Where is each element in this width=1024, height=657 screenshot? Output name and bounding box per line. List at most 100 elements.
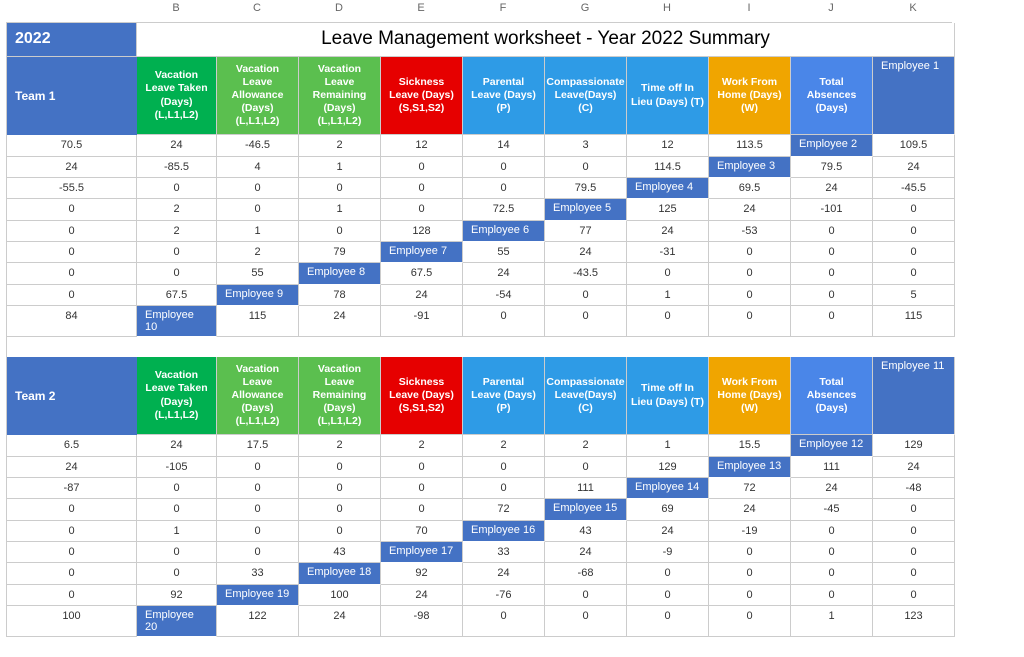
- data-cell[interactable]: 0: [791, 242, 873, 263]
- data-cell[interactable]: 14: [463, 135, 545, 156]
- data-cell[interactable]: 72: [463, 499, 545, 520]
- column-header-parental[interactable]: Parental Leave (Days) (P): [463, 357, 545, 436]
- data-cell[interactable]: 0: [627, 263, 709, 284]
- data-cell[interactable]: 0: [873, 542, 955, 563]
- data-cell[interactable]: 24: [545, 542, 627, 563]
- data-cell[interactable]: 0: [7, 521, 137, 542]
- data-cell[interactable]: 24: [463, 563, 545, 584]
- data-cell[interactable]: 0: [137, 263, 217, 284]
- data-cell[interactable]: 0: [7, 585, 137, 606]
- col-letter[interactable]: F: [462, 0, 544, 16]
- employee-name-cell[interactable]: Employee 12: [791, 435, 873, 456]
- col-letter[interactable]: B: [136, 0, 216, 16]
- data-cell[interactable]: 24: [381, 285, 463, 306]
- data-cell[interactable]: -101: [791, 199, 873, 220]
- data-cell[interactable]: 122: [217, 606, 299, 637]
- column-header-lieu[interactable]: Time off In Lieu (Days) (T): [627, 357, 709, 436]
- data-cell[interactable]: 0: [791, 306, 873, 337]
- data-cell[interactable]: 4: [217, 157, 299, 178]
- data-cell[interactable]: -31: [627, 242, 709, 263]
- data-cell[interactable]: -48: [873, 478, 955, 499]
- data-cell[interactable]: 0: [627, 585, 709, 606]
- data-cell[interactable]: 24: [791, 478, 873, 499]
- data-cell[interactable]: 0: [137, 499, 217, 520]
- column-header-vac_remain[interactable]: Vacation Leave Remaining (Days) (L,L1,L2…: [299, 357, 381, 436]
- data-cell[interactable]: 129: [873, 435, 955, 456]
- data-cell[interactable]: 0: [217, 542, 299, 563]
- employee-name-cell[interactable]: Employee 3: [709, 157, 791, 178]
- data-cell[interactable]: 2: [137, 199, 217, 220]
- data-cell[interactable]: -45: [791, 499, 873, 520]
- data-cell[interactable]: 0: [873, 585, 955, 606]
- column-header-wfh[interactable]: Work From Home (Days) (W): [709, 357, 791, 436]
- column-header-vac_taken[interactable]: Vacation Leave Taken (Days) (L,L1,L2): [137, 357, 217, 436]
- data-cell[interactable]: 0: [709, 585, 791, 606]
- data-cell[interactable]: -55.5: [7, 178, 137, 199]
- data-cell[interactable]: 92: [381, 563, 463, 584]
- data-cell[interactable]: 84: [7, 306, 137, 337]
- data-cell[interactable]: 0: [217, 521, 299, 542]
- data-cell[interactable]: 24: [873, 157, 955, 178]
- data-cell[interactable]: 0: [791, 563, 873, 584]
- data-cell[interactable]: 0: [7, 563, 137, 584]
- data-cell[interactable]: 100: [7, 606, 137, 637]
- data-cell[interactable]: 111: [791, 457, 873, 478]
- data-cell[interactable]: -91: [381, 306, 463, 337]
- data-cell[interactable]: 0: [7, 199, 137, 220]
- data-cell[interactable]: 0: [791, 285, 873, 306]
- data-cell[interactable]: 1: [217, 221, 299, 242]
- data-cell[interactable]: 92: [137, 585, 217, 606]
- data-cell[interactable]: -85.5: [137, 157, 217, 178]
- data-cell[interactable]: 24: [299, 306, 381, 337]
- team-label[interactable]: Team 1: [7, 57, 137, 136]
- data-cell[interactable]: 24: [7, 457, 137, 478]
- data-cell[interactable]: 128: [381, 221, 463, 242]
- data-cell[interactable]: 0: [545, 157, 627, 178]
- data-cell[interactable]: 43: [545, 521, 627, 542]
- data-cell[interactable]: -9: [627, 542, 709, 563]
- column-header-vac_allow[interactable]: Vacation Leave Allowance (Days) (L,L1,L2…: [217, 57, 299, 136]
- employee-name-cell[interactable]: Employee 15: [545, 499, 627, 520]
- data-cell[interactable]: 0: [381, 157, 463, 178]
- column-header-sick[interactable]: Sickness Leave (Days) (S,S1,S2): [381, 57, 463, 136]
- data-cell[interactable]: 0: [709, 542, 791, 563]
- data-cell[interactable]: 70: [381, 521, 463, 542]
- data-cell[interactable]: 129: [627, 457, 709, 478]
- data-cell[interactable]: 24: [299, 606, 381, 637]
- data-cell[interactable]: 114.5: [627, 157, 709, 178]
- data-cell[interactable]: 6.5: [7, 435, 137, 456]
- column-header-sick[interactable]: Sickness Leave (Days) (S,S1,S2): [381, 357, 463, 436]
- data-cell[interactable]: 0: [873, 521, 955, 542]
- data-cell[interactable]: 0: [791, 221, 873, 242]
- data-cell[interactable]: 2: [299, 435, 381, 456]
- data-cell[interactable]: 0: [709, 563, 791, 584]
- column-header-total[interactable]: Total Absences (Days): [791, 357, 873, 436]
- data-cell[interactable]: 2: [217, 242, 299, 263]
- data-cell[interactable]: 113.5: [709, 135, 791, 156]
- spreadsheet-grid[interactable]: 2022Leave Management worksheet - Year 20…: [6, 22, 952, 637]
- data-cell[interactable]: 0: [381, 499, 463, 520]
- data-cell[interactable]: 0: [709, 263, 791, 284]
- data-cell[interactable]: 0: [709, 606, 791, 637]
- data-cell[interactable]: 79.5: [791, 157, 873, 178]
- col-letter[interactable]: H: [626, 0, 708, 16]
- data-cell[interactable]: 1: [299, 157, 381, 178]
- column-header-vac_allow[interactable]: Vacation Leave Allowance (Days) (L,L1,L2…: [217, 357, 299, 436]
- column-header-compassionate[interactable]: Compassionate Leave(Days) (C): [545, 357, 627, 436]
- data-cell[interactable]: 0: [463, 157, 545, 178]
- employee-name-cell[interactable]: Employee 17: [381, 542, 463, 563]
- data-cell[interactable]: 0: [299, 521, 381, 542]
- year-cell[interactable]: 2022: [7, 23, 137, 57]
- data-cell[interactable]: 0: [463, 457, 545, 478]
- column-header-total[interactable]: Total Absences (Days): [791, 57, 873, 136]
- data-cell[interactable]: -105: [137, 457, 217, 478]
- data-cell[interactable]: 0: [709, 242, 791, 263]
- data-cell[interactable]: -98: [381, 606, 463, 637]
- data-cell[interactable]: 1: [627, 435, 709, 456]
- employee-name-cell[interactable]: Employee 10: [137, 306, 217, 337]
- data-cell[interactable]: 0: [381, 457, 463, 478]
- data-cell[interactable]: 109.5: [873, 135, 955, 156]
- data-cell[interactable]: 24: [137, 435, 217, 456]
- data-cell[interactable]: 115: [217, 306, 299, 337]
- data-cell[interactable]: 24: [7, 157, 137, 178]
